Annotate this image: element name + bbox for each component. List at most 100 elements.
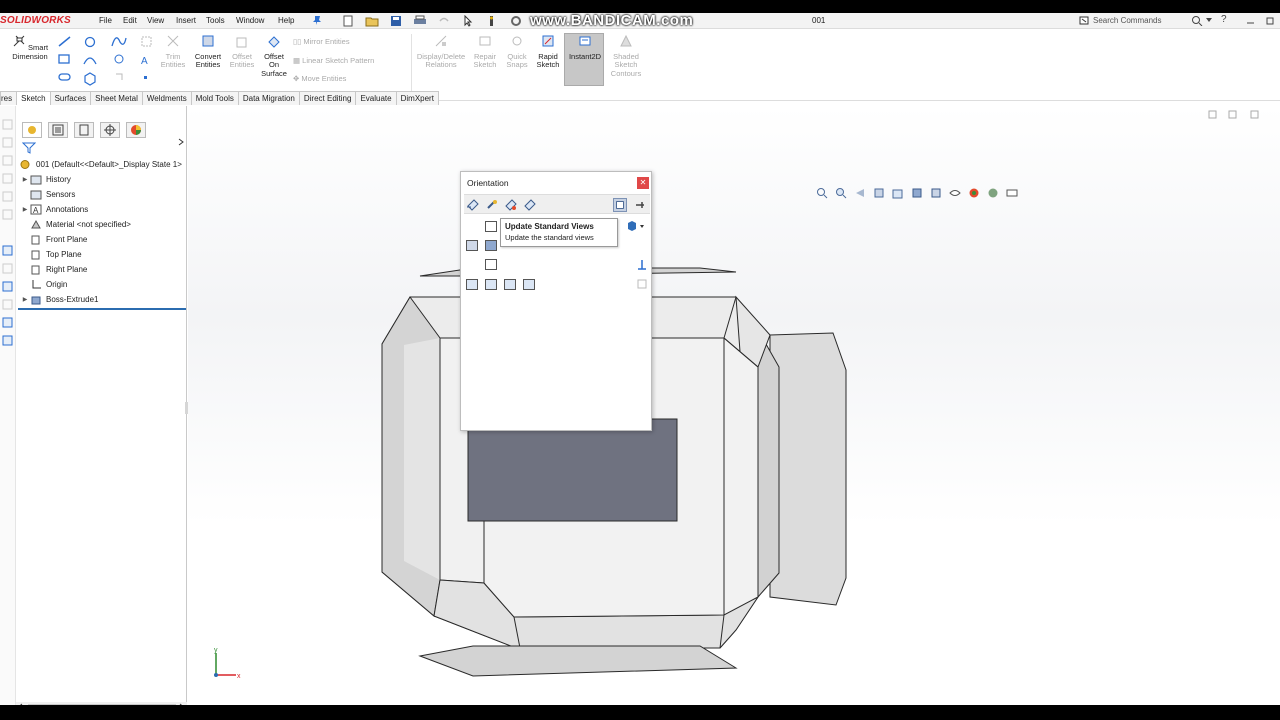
- repair-sketch-button[interactable]: Repair Sketch: [470, 34, 500, 70]
- rollback-bar[interactable]: [18, 308, 186, 310]
- left-view-icon[interactable]: [466, 240, 478, 251]
- instant2d-button[interactable]: Instant2D: [564, 33, 604, 86]
- offset-entities-button[interactable]: Offset Entities: [227, 34, 257, 70]
- help-icon[interactable]: ?: [1221, 14, 1227, 25]
- tab-features[interactable]: res: [0, 91, 18, 105]
- menu-view[interactable]: View: [147, 16, 164, 25]
- new-view-icon[interactable]: [485, 198, 499, 212]
- push-pin-view-icon[interactable]: [466, 198, 480, 212]
- tree-item-history[interactable]: ▶ History: [20, 172, 71, 186]
- smart-dimension-button[interactable]: Smart Dimension: [10, 34, 50, 61]
- tree-item-front-plane[interactable]: Front Plane: [30, 232, 87, 246]
- tree-item-origin[interactable]: Origin: [30, 277, 67, 291]
- tree-item-material[interactable]: Material <not specified>: [30, 217, 131, 231]
- undo-icon[interactable]: [436, 15, 452, 27]
- close-button[interactable]: ✕: [637, 177, 649, 189]
- search-input[interactable]: Search Commands: [1093, 16, 1161, 25]
- update-standard-views-icon[interactable]: [504, 198, 518, 212]
- tab-weldments[interactable]: Weldments: [141, 91, 192, 105]
- view-selector-icon[interactable]: [613, 198, 627, 212]
- new-document-icon[interactable]: [340, 15, 356, 27]
- search-icon[interactable]: [1191, 15, 1203, 26]
- pin-dialog-icon[interactable]: [633, 198, 647, 212]
- menu-edit[interactable]: Edit: [123, 16, 137, 25]
- tab-mold-tools[interactable]: Mold Tools: [190, 91, 239, 105]
- menu-tools[interactable]: Tools: [206, 16, 225, 25]
- restore-icon[interactable]: [1266, 16, 1275, 25]
- tree-item-label: Right Plane: [46, 264, 88, 274]
- menu-insert[interactable]: Insert: [176, 16, 196, 25]
- expand-arrow-icon[interactable]: ▶: [20, 296, 30, 303]
- tab-surfaces[interactable]: Surfaces: [49, 91, 92, 105]
- tree-item-boss-extrude1[interactable]: ▶ Boss-Extrude1: [20, 292, 98, 306]
- bottom-view-icon[interactable]: [485, 259, 497, 270]
- trim-entities-button[interactable]: Trim Entities: [158, 34, 188, 70]
- dimxpert-manager-tab[interactable]: [100, 122, 120, 138]
- tab-direct-editing[interactable]: Direct Editing: [298, 91, 357, 105]
- quick-snaps-button[interactable]: Quick Snaps: [503, 34, 531, 70]
- reset-standard-views-icon[interactable]: [523, 198, 537, 212]
- display-delete-relations-button[interactable]: Display/Delete Relations: [414, 34, 468, 70]
- tree-item-annotations[interactable]: ▶ A Annotations: [20, 202, 88, 216]
- tab-dimxpert[interactable]: DimXpert: [395, 91, 439, 105]
- chevron-down-icon[interactable]: [1206, 17, 1212, 23]
- menu-window[interactable]: Window: [236, 16, 264, 25]
- normal-to-icon[interactable]: [636, 259, 648, 271]
- tree-root-label: 001 (Default<<Default>_Display State 1>: [36, 159, 182, 169]
- linear-sketch-pattern-button[interactable]: ▦ Linear Sketch Pattern: [293, 56, 374, 65]
- tree-item-sensors[interactable]: Sensors: [30, 187, 75, 201]
- mirror-entities-button[interactable]: ▯▯ Mirror Entities: [293, 37, 350, 46]
- tab-sketch[interactable]: Sketch: [16, 91, 51, 105]
- rapid-sketch-button[interactable]: Rapid Sketch: [533, 34, 563, 70]
- shaded-sketch-contours-button[interactable]: Shaded Sketch Contours: [607, 34, 645, 78]
- offset-on-surface-button[interactable]: Offset On Surface: [259, 34, 289, 78]
- configuration-manager-tab[interactable]: [74, 122, 94, 138]
- view-cube-dropdown-icon[interactable]: [626, 220, 646, 232]
- property-manager-tab[interactable]: [48, 122, 68, 138]
- tree-item-top-plane[interactable]: Top Plane: [30, 247, 82, 261]
- expand-arrow-icon[interactable]: ▶: [20, 206, 30, 213]
- tree-root-part[interactable]: 001 (Default<<Default>_Display State 1>: [18, 157, 182, 171]
- feature-manager-tab[interactable]: [22, 122, 42, 138]
- save-icon[interactable]: [388, 15, 404, 27]
- scroll-left-icon[interactable]: [17, 703, 24, 705]
- rebuild-icon[interactable]: [484, 15, 500, 27]
- chevron-right-icon[interactable]: [177, 138, 185, 146]
- tree-item-label: Boss-Extrude1: [46, 294, 99, 304]
- move-entities-button[interactable]: ✥ Move Entities: [293, 74, 346, 83]
- bandicam-watermark: www.BANDICAM.com: [530, 13, 694, 29]
- open-folder-icon[interactable]: [364, 15, 380, 27]
- orientation-dialog: Orientation ✕: [460, 171, 652, 431]
- print-icon[interactable]: [412, 15, 428, 27]
- two-view-vertical-icon[interactable]: [504, 279, 516, 290]
- scroll-right-icon[interactable]: [178, 703, 185, 705]
- isometric-view-icon[interactable]: [485, 240, 497, 251]
- scrollbar-thumb[interactable]: [28, 704, 176, 705]
- tree-item-right-plane[interactable]: Right Plane: [30, 262, 87, 276]
- rapid-sketch-icon: [542, 35, 554, 47]
- options-gear-icon[interactable]: [508, 15, 524, 27]
- four-view-icon[interactable]: [523, 279, 535, 290]
- tab-evaluate[interactable]: Evaluate: [355, 91, 397, 105]
- single-view-icon[interactable]: [466, 279, 478, 290]
- left-strip-icons: [2, 119, 13, 346]
- part-model[interactable]: [188, 106, 1280, 705]
- display-manager-tab[interactable]: [126, 122, 146, 138]
- part-icon: [20, 159, 30, 169]
- two-view-horizontal-icon[interactable]: [485, 279, 497, 290]
- convert-entities-button[interactable]: Convert Entities: [191, 34, 225, 70]
- panel-horizontal-scrollbar[interactable]: [16, 702, 187, 705]
- sketch-entity-tools[interactable]: A: [56, 34, 156, 96]
- link-views-icon[interactable]: [636, 278, 648, 290]
- select-arrow-icon[interactable]: [460, 15, 476, 27]
- expand-arrow-icon[interactable]: ▶: [20, 176, 30, 183]
- tab-sheet-metal[interactable]: Sheet Metal: [90, 91, 143, 105]
- menu-file[interactable]: File: [99, 16, 112, 25]
- graphics-area[interactable]: y x: [188, 106, 1280, 705]
- menu-help[interactable]: Help: [278, 16, 294, 25]
- filter-icon[interactable]: [22, 142, 36, 154]
- tab-data-migration[interactable]: Data Migration: [237, 91, 300, 105]
- pin-icon[interactable]: [312, 15, 322, 26]
- minimize-icon[interactable]: [1246, 16, 1255, 25]
- front-view-icon[interactable]: [485, 221, 497, 232]
